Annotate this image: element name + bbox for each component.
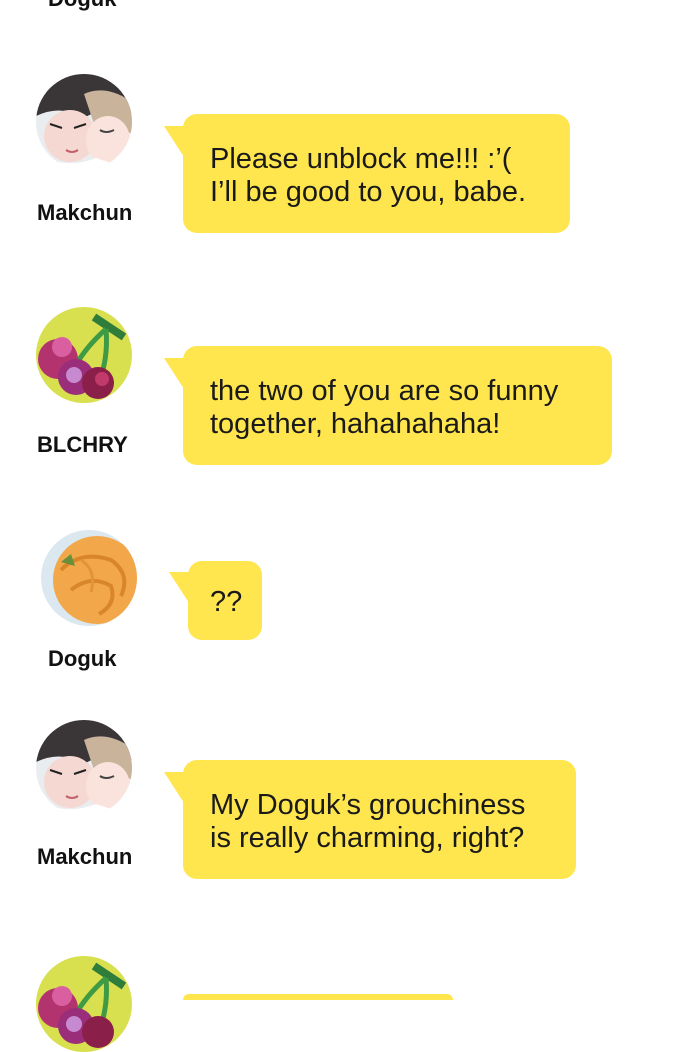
makchun-avatar[interactable] bbox=[36, 74, 132, 170]
cherry-avatar[interactable] bbox=[36, 956, 132, 1052]
message-text: My Doguk’s grouchiness bbox=[210, 789, 526, 821]
makchun-avatar[interactable] bbox=[36, 720, 132, 816]
message-bubble[interactable]: Please unblock me!!! :’( I’ll be good to… bbox=[183, 114, 570, 233]
message-text: I’ll be good to you, babe. bbox=[210, 176, 527, 208]
message-text: Please unblock me!!! :’( bbox=[210, 143, 512, 175]
message-bubble[interactable]: My Doguk’s grouchiness is really charmin… bbox=[183, 760, 576, 879]
cherry-avatar[interactable] bbox=[36, 307, 132, 403]
message-bubble[interactable]: ?? bbox=[188, 561, 262, 640]
message-text: together, hahahahaha! bbox=[210, 408, 501, 440]
message-bubble[interactable]: the two of you are so funny together, ha… bbox=[183, 346, 612, 465]
message-bubble[interactable] bbox=[183, 994, 453, 1000]
rose-avatar[interactable] bbox=[41, 530, 137, 626]
message-text: the two of you are so funny bbox=[210, 375, 559, 407]
sender-name: Makchun bbox=[37, 200, 133, 225]
message-text: is really charming, right? bbox=[210, 822, 525, 854]
sender-name: Makchun bbox=[37, 844, 133, 869]
sender-name: Doguk bbox=[48, 646, 117, 671]
sender-name: Doguk bbox=[48, 0, 116, 12]
message-text: ?? bbox=[210, 586, 243, 618]
sender-name: BLCHRY bbox=[37, 432, 128, 457]
